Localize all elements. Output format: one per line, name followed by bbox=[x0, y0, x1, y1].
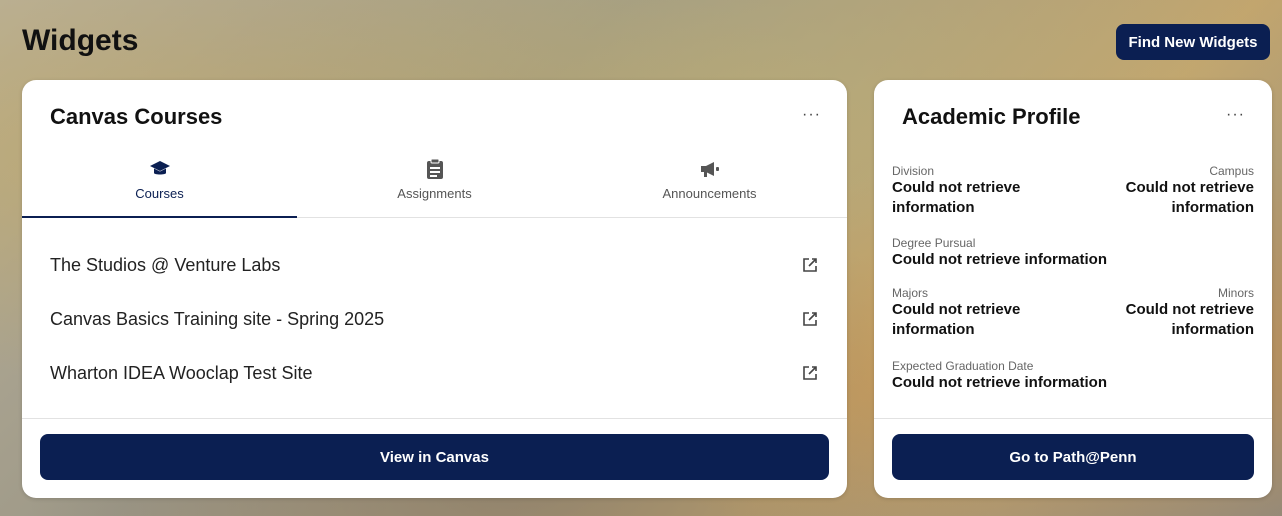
graduation-label: Expected Graduation Date bbox=[892, 359, 1034, 373]
division-label: Division bbox=[892, 164, 935, 178]
canvas-card-title: Canvas Courses bbox=[50, 104, 223, 129]
degree-label: Degree Pursual bbox=[892, 236, 976, 250]
course-name: Wharton IDEA Wooclap Test Site bbox=[50, 362, 313, 383]
majors-minors-row: Majors Could not retrieve information Mi… bbox=[892, 286, 1254, 340]
tab-announcements[interactable]: Announcements bbox=[572, 154, 847, 217]
degree-field: Degree Pursual Could not retrieve inform… bbox=[892, 236, 1254, 270]
find-new-widgets-button[interactable]: Find New Widgets bbox=[1116, 24, 1270, 60]
external-link-icon[interactable] bbox=[801, 256, 819, 274]
majors-value: Could not retrieve information bbox=[892, 301, 1021, 338]
division-value: Could not retrieve information bbox=[892, 179, 1021, 216]
external-link-icon[interactable] bbox=[801, 310, 819, 328]
view-in-canvas-button[interactable]: View in Canvas bbox=[40, 434, 829, 480]
degree-value: Could not retrieve information bbox=[892, 251, 1108, 268]
majors-label: Majors bbox=[892, 286, 929, 300]
course-item[interactable]: The Studios @ Venture Labs bbox=[22, 238, 847, 292]
external-link-icon[interactable] bbox=[801, 364, 819, 382]
graduation-value: Could not retrieve information bbox=[892, 374, 1108, 391]
tab-announcements-label: Announcements bbox=[662, 186, 757, 201]
canvas-tabs: Courses Assignments Announcements bbox=[22, 154, 847, 218]
course-item[interactable]: Wharton IDEA Wooclap Test Site bbox=[22, 346, 847, 400]
campus-label: Campus bbox=[1209, 164, 1254, 178]
division-campus-row: Division Could not retrieve information … bbox=[892, 164, 1254, 218]
course-item[interactable]: Canvas Basics Training site - Spring 202… bbox=[22, 292, 847, 346]
clipboard-icon bbox=[426, 158, 444, 180]
card-divider bbox=[874, 418, 1272, 419]
graduation-cap-icon bbox=[149, 158, 171, 180]
campus-value: Could not retrieve information bbox=[1125, 179, 1254, 216]
graduation-field: Expected Graduation Date Could not retri… bbox=[892, 359, 1254, 393]
profile-more-button[interactable]: ··· bbox=[1226, 106, 1245, 124]
card-divider bbox=[22, 418, 847, 419]
megaphone-icon bbox=[699, 158, 721, 180]
tab-courses-label: Courses bbox=[135, 186, 184, 201]
tab-assignments-label: Assignments bbox=[397, 186, 472, 201]
profile-card-title: Academic Profile bbox=[902, 104, 1081, 129]
canvas-courses-card: Canvas Courses ··· Courses Assignments A… bbox=[22, 80, 847, 498]
minors-label: Minors bbox=[1217, 286, 1254, 300]
widgets-page: Widgets Find New Widgets Canvas Courses … bbox=[0, 0, 1282, 516]
course-list: The Studios @ Venture Labs Canvas Basics… bbox=[22, 238, 847, 400]
go-to-path-penn-button[interactable]: Go to Path@Penn bbox=[892, 434, 1254, 480]
tab-assignments[interactable]: Assignments bbox=[297, 154, 572, 217]
academic-profile-card: Academic Profile ··· Division Could not … bbox=[874, 80, 1272, 498]
course-name: The Studios @ Venture Labs bbox=[50, 254, 281, 275]
canvas-more-button[interactable]: ··· bbox=[802, 106, 821, 124]
course-name: Canvas Basics Training site - Spring 202… bbox=[50, 308, 385, 329]
page-title: Widgets bbox=[22, 24, 139, 57]
minors-value: Could not retrieve information bbox=[1125, 301, 1254, 338]
tab-courses[interactable]: Courses bbox=[22, 154, 297, 218]
